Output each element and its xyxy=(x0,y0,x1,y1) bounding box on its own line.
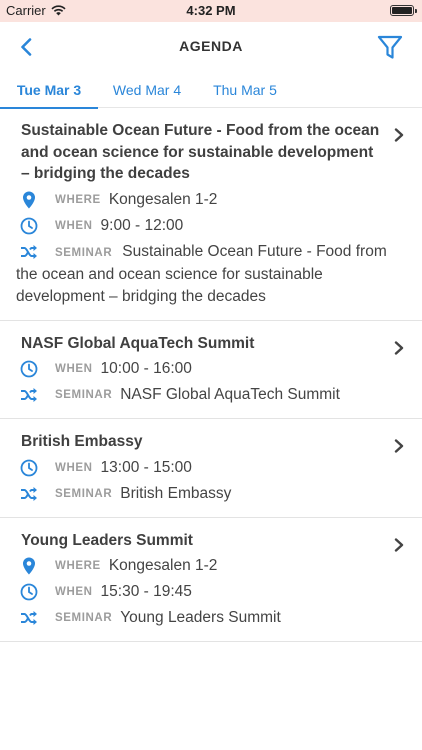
shuffle-icon xyxy=(19,385,39,405)
chevron-right-icon xyxy=(394,439,404,453)
shuffle-icon xyxy=(19,242,39,262)
filter-button[interactable] xyxy=(374,31,406,63)
clock-icon xyxy=(19,216,39,236)
seminar-value: NASF Global AquaTech Summit xyxy=(120,386,340,403)
event-title: Sustainable Ocean Future - Food from the… xyxy=(21,122,380,182)
chevron-right-icon xyxy=(394,340,404,355)
tab-thu-mar-5[interactable]: Thu Mar 5 xyxy=(196,72,294,108)
shuffle-icon xyxy=(19,608,39,628)
date-tabs: Tue Mar 3 Wed Mar 4 Thu Mar 5 xyxy=(0,72,422,109)
when-row: WHEN 10:00 - 16:00 xyxy=(16,358,382,380)
agenda-list: Sustainable Ocean Future - Food from the… xyxy=(0,108,422,642)
location-pin-icon xyxy=(19,190,39,210)
navigation-bar: AGENDA xyxy=(0,22,422,72)
tab-tue-mar-3[interactable]: Tue Mar 3 xyxy=(0,72,98,109)
event-title: NASF Global AquaTech Summit xyxy=(21,334,255,352)
clock-icon xyxy=(19,458,39,478)
clock-time: 4:32 PM xyxy=(186,3,236,18)
agenda-item[interactable]: Sustainable Ocean Future - Food from the… xyxy=(0,108,422,321)
when-value: 15:30 - 19:45 xyxy=(100,583,192,600)
where-label: WHERE xyxy=(55,193,101,206)
when-value: 9:00 - 12:00 xyxy=(100,216,184,234)
seminar-row: SEMINAR Sustainable Ocean Future - Food f… xyxy=(16,241,408,308)
seminar-row: SEMINAR NASF Global AquaTech Summit xyxy=(16,384,382,406)
location-pin-icon xyxy=(19,556,39,576)
where-row: WHERE Kongesalen 1-2 xyxy=(16,555,382,577)
clock-icon xyxy=(19,359,39,379)
agenda-item[interactable]: NASF Global AquaTech Summit WHEN 10:00 -… xyxy=(0,321,422,419)
seminar-value: British Embassy xyxy=(120,484,232,502)
where-row: WHERE Kongesalen 1-2 xyxy=(16,189,408,211)
agenda-item[interactable]: Young Leaders Summit WHERE Kongesalen 1-… xyxy=(0,518,422,642)
tab-wed-mar-4[interactable]: Wed Mar 4 xyxy=(98,72,196,108)
when-label: WHEN xyxy=(55,461,93,474)
shuffle-icon xyxy=(19,484,39,504)
status-bar: Carrier 4:32 PM xyxy=(0,0,422,22)
event-title: Young Leaders Summit xyxy=(21,531,193,549)
when-label: WHEN xyxy=(55,363,93,375)
where-value: Kongesalen 1-2 xyxy=(108,190,218,208)
when-label: WHEN xyxy=(55,219,93,232)
when-row: WHEN 9:00 - 12:00 xyxy=(16,215,408,237)
seminar-value: Young Leaders Summit xyxy=(120,609,281,626)
where-value: Kongesalen 1-2 xyxy=(108,557,218,574)
when-value: 10:00 - 16:00 xyxy=(100,360,192,377)
chevron-right-icon xyxy=(394,537,404,552)
seminar-row: SEMINAR Young Leaders Summit xyxy=(16,607,382,629)
battery-icon xyxy=(390,5,417,16)
chevron-right-icon xyxy=(394,128,404,142)
seminar-row: SEMINAR British Embassy xyxy=(16,483,382,505)
when-label: WHEN xyxy=(55,586,93,598)
seminar-label: SEMINAR xyxy=(55,612,113,624)
seminar-label: SEMINAR xyxy=(55,246,113,259)
page-title: AGENDA xyxy=(179,38,243,54)
seminar-label: SEMINAR xyxy=(55,487,113,500)
when-row: WHEN 15:30 - 19:45 xyxy=(16,581,382,603)
filter-icon xyxy=(377,35,403,59)
clock-icon xyxy=(19,582,39,602)
when-row: WHEN 13:00 - 15:00 xyxy=(16,457,382,479)
event-title: British Embassy xyxy=(21,433,143,450)
seminar-label: SEMINAR xyxy=(55,389,113,401)
agenda-item[interactable]: British Embassy WHEN 13:00 - 15:00 SEMIN… xyxy=(0,419,422,518)
when-value: 13:00 - 15:00 xyxy=(100,458,192,476)
where-label: WHERE xyxy=(55,560,101,572)
